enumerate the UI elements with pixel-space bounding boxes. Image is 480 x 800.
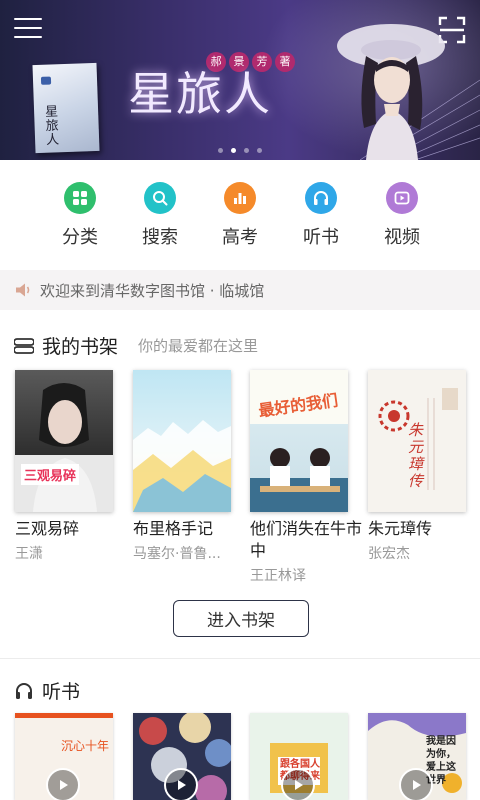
carousel-dot[interactable] <box>244 148 249 153</box>
audio-item[interactable]: 沉心十年 <box>15 713 113 800</box>
book-title: 布里格手记 <box>133 519 214 538</box>
shelf-book[interactable]: 三观易碎 三观易碎 王潇 <box>15 370 113 563</box>
play-icon[interactable] <box>164 768 198 800</box>
banner-book-cover-text: 星旅人 <box>41 104 59 147</box>
play-icon[interactable] <box>281 768 315 800</box>
carousel-dot-active[interactable] <box>231 148 236 153</box>
audio-item[interactable]: 跟各国人都聊得来 <box>250 713 348 800</box>
audio-title: 听书 <box>42 681 81 703</box>
book-cover: 最好的我们 <box>250 370 348 512</box>
banner-portrait <box>337 24 445 160</box>
book-cover: 朱元璋传 <box>368 370 466 512</box>
bar-chart-icon <box>224 182 256 214</box>
book-author: 王潇 <box>15 546 43 562</box>
shortcut-label: 视频 <box>384 227 420 248</box>
banner-carousel[interactable]: 星旅人 郝 景 芳 著 星旅人 <box>0 0 480 160</box>
carousel-dot[interactable] <box>257 148 262 153</box>
shortcut-label: 高考 <box>222 227 258 248</box>
bookshelf-icon <box>14 337 34 354</box>
search-icon <box>144 182 176 214</box>
shortcut-gaokao[interactable]: 高考 <box>200 182 280 249</box>
shortcut-label: 听书 <box>303 227 339 248</box>
audio-cover-title: 沉心十年 <box>61 739 110 753</box>
menu-icon[interactable] <box>14 18 42 42</box>
banner-title: 星旅人 <box>128 67 272 121</box>
shelf-book[interactable]: 布里格手记 马塞尔·普鲁... <box>133 370 231 563</box>
book-cover <box>133 370 231 512</box>
video-icon <box>386 182 418 214</box>
book-cover-art <box>250 448 348 512</box>
book-title: 他们消失在牛市中 <box>250 519 363 560</box>
carousel-indicator <box>0 148 480 153</box>
book-cover-art <box>133 420 231 512</box>
notice-text: 欢迎来到清华数字图书馆 · 临城馆 <box>40 281 265 300</box>
grid-icon <box>64 182 96 214</box>
book-author: 张宏杰 <box>368 546 410 562</box>
carousel-dot[interactable] <box>218 148 223 153</box>
headphones-icon <box>16 682 32 699</box>
book-title: 朱元璋传 <box>368 519 433 538</box>
cover-logo <box>40 76 52 85</box>
headphones-icon <box>305 182 337 214</box>
play-icon[interactable] <box>46 768 80 800</box>
shelf-subtitle: 你的最爱都在这里 <box>138 337 259 355</box>
speaker-icon <box>16 283 30 297</box>
category-shortcuts: 分类 搜索 高考 听书 视频 <box>0 170 480 250</box>
book-cover-title: 朱元璋传 <box>408 421 424 490</box>
shortcut-label: 搜索 <box>142 227 178 248</box>
book-title: 三观易碎 <box>15 519 80 538</box>
audio-item[interactable]: 我是因为你，爱上这世界 <box>368 713 466 800</box>
play-icon[interactable] <box>399 768 433 800</box>
book-cover-title: 三观易碎 <box>21 464 80 485</box>
audio-item[interactable] <box>133 713 231 800</box>
shelf-book[interactable]: 朱元璋传 朱元璋传 张宏杰 <box>368 370 466 563</box>
book-author: 王正林译 <box>250 568 306 584</box>
audio-header: 听书 <box>14 677 80 704</box>
shelf-title: 我的书架 <box>42 336 119 358</box>
cover-stripe <box>15 713 113 718</box>
shortcut-label: 分类 <box>62 227 98 248</box>
section-divider <box>0 658 480 659</box>
shortcut-video[interactable]: 视频 <box>362 182 442 249</box>
notice-bar[interactable]: 欢迎来到清华数字图书馆 · 临城馆 <box>0 270 480 310</box>
author-mark: 著 <box>275 52 295 72</box>
book-cover-art <box>33 383 97 512</box>
banner-book-cover: 星旅人 <box>32 62 100 154</box>
shelf-book[interactable]: 最好的我们 他们消失在牛市中 王正林译 <box>250 370 362 585</box>
book-cover: 三观易碎 <box>15 370 113 512</box>
shortcut-search[interactable]: 搜索 <box>120 182 200 249</box>
shelf-header: 我的书架 你的最爱都在这里 <box>14 332 258 359</box>
shortcut-audiobooks[interactable]: 听书 <box>281 182 361 249</box>
shortcut-category[interactable]: 分类 <box>40 182 120 249</box>
enter-shelf-button[interactable]: 进入书架 <box>173 600 309 637</box>
book-author: 马塞尔·普鲁... <box>133 546 221 562</box>
